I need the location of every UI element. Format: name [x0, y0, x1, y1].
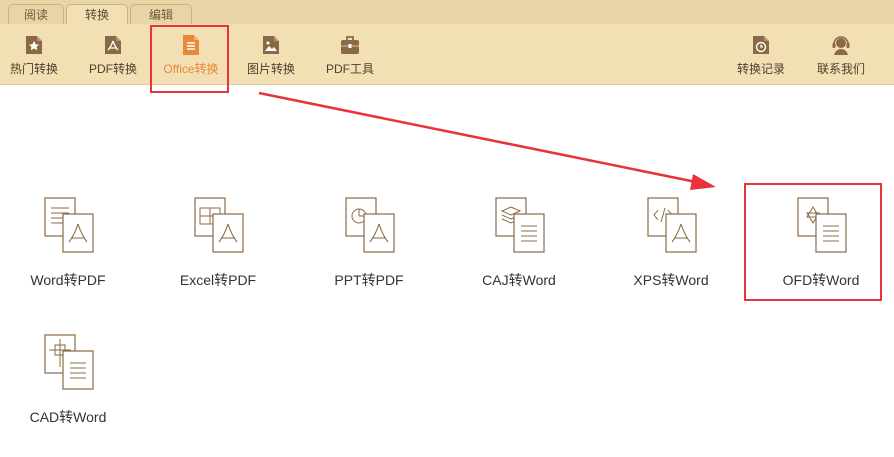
cad-to-word-icon — [44, 334, 94, 390]
word-to-pdf-icon — [44, 197, 94, 253]
excel-to-pdf-tile[interactable]: Excel转PDF — [153, 196, 283, 290]
xps-to-word-tile[interactable]: XPS转Word — [606, 196, 736, 290]
ppt-to-pdf-label: PPT转PDF — [334, 272, 404, 288]
word-to-pdf-label: Word转PDF — [30, 272, 106, 288]
cad-to-word-label: CAD转Word — [29, 409, 107, 425]
xps-to-word-label: XPS转Word — [633, 272, 709, 288]
ppt-to-pdf-tile[interactable]: PPT转PDF — [304, 196, 434, 290]
caj-to-word-label: CAJ转Word — [482, 272, 556, 288]
xps-to-word-icon — [647, 197, 697, 253]
cad-to-word-tile[interactable]: CAD转Word — [3, 333, 133, 427]
caj-to-word-tile[interactable]: CAJ转Word — [454, 196, 584, 290]
caj-to-word-icon — [495, 197, 545, 253]
ppt-to-pdf-icon — [345, 197, 395, 253]
excel-to-pdf-label: Excel转PDF — [179, 272, 257, 288]
excel-to-pdf-icon — [194, 197, 244, 253]
word-to-pdf-tile[interactable]: Word转PDF — [3, 196, 133, 290]
ofd-highlight-box — [744, 183, 882, 301]
